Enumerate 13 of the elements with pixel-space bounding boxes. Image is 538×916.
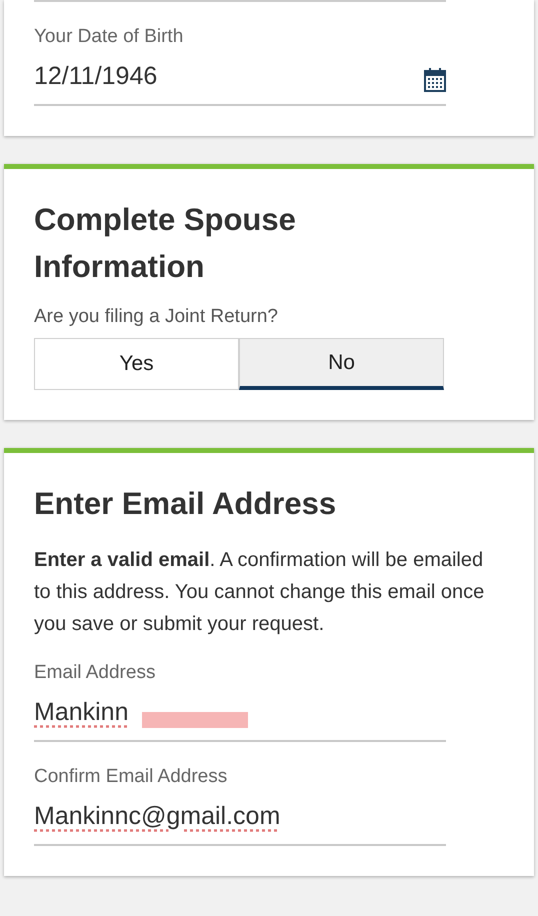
- field-label: Confirm Email Address: [34, 766, 228, 788]
- email-field[interactable]: Mankinn: [34, 698, 446, 742]
- email-field[interactable]: Mankinnc@gmail.com: [34, 802, 446, 846]
- calendar-icon[interactable]: [424, 68, 446, 92]
- question-text: Are you filing a Joint Return?: [34, 306, 279, 328]
- instructions-text: Enter a valid email. A confirmation will be emailed to this address. You cannot change this email once you save or submit your request.: [34, 548, 486, 636]
- field-label: Email Address: [34, 662, 156, 684]
- toggle-option[interactable]: Yes: [34, 338, 239, 390]
- section-title: Complete Spouse Information: [34, 201, 297, 286]
- section-title: Enter Email Address: [34, 485, 338, 523]
- date-field[interactable]: 12/11/1946: [34, 62, 446, 106]
- field-label: Your Date of Birth: [34, 26, 184, 48]
- toggle-option[interactable]: No: [239, 338, 444, 390]
